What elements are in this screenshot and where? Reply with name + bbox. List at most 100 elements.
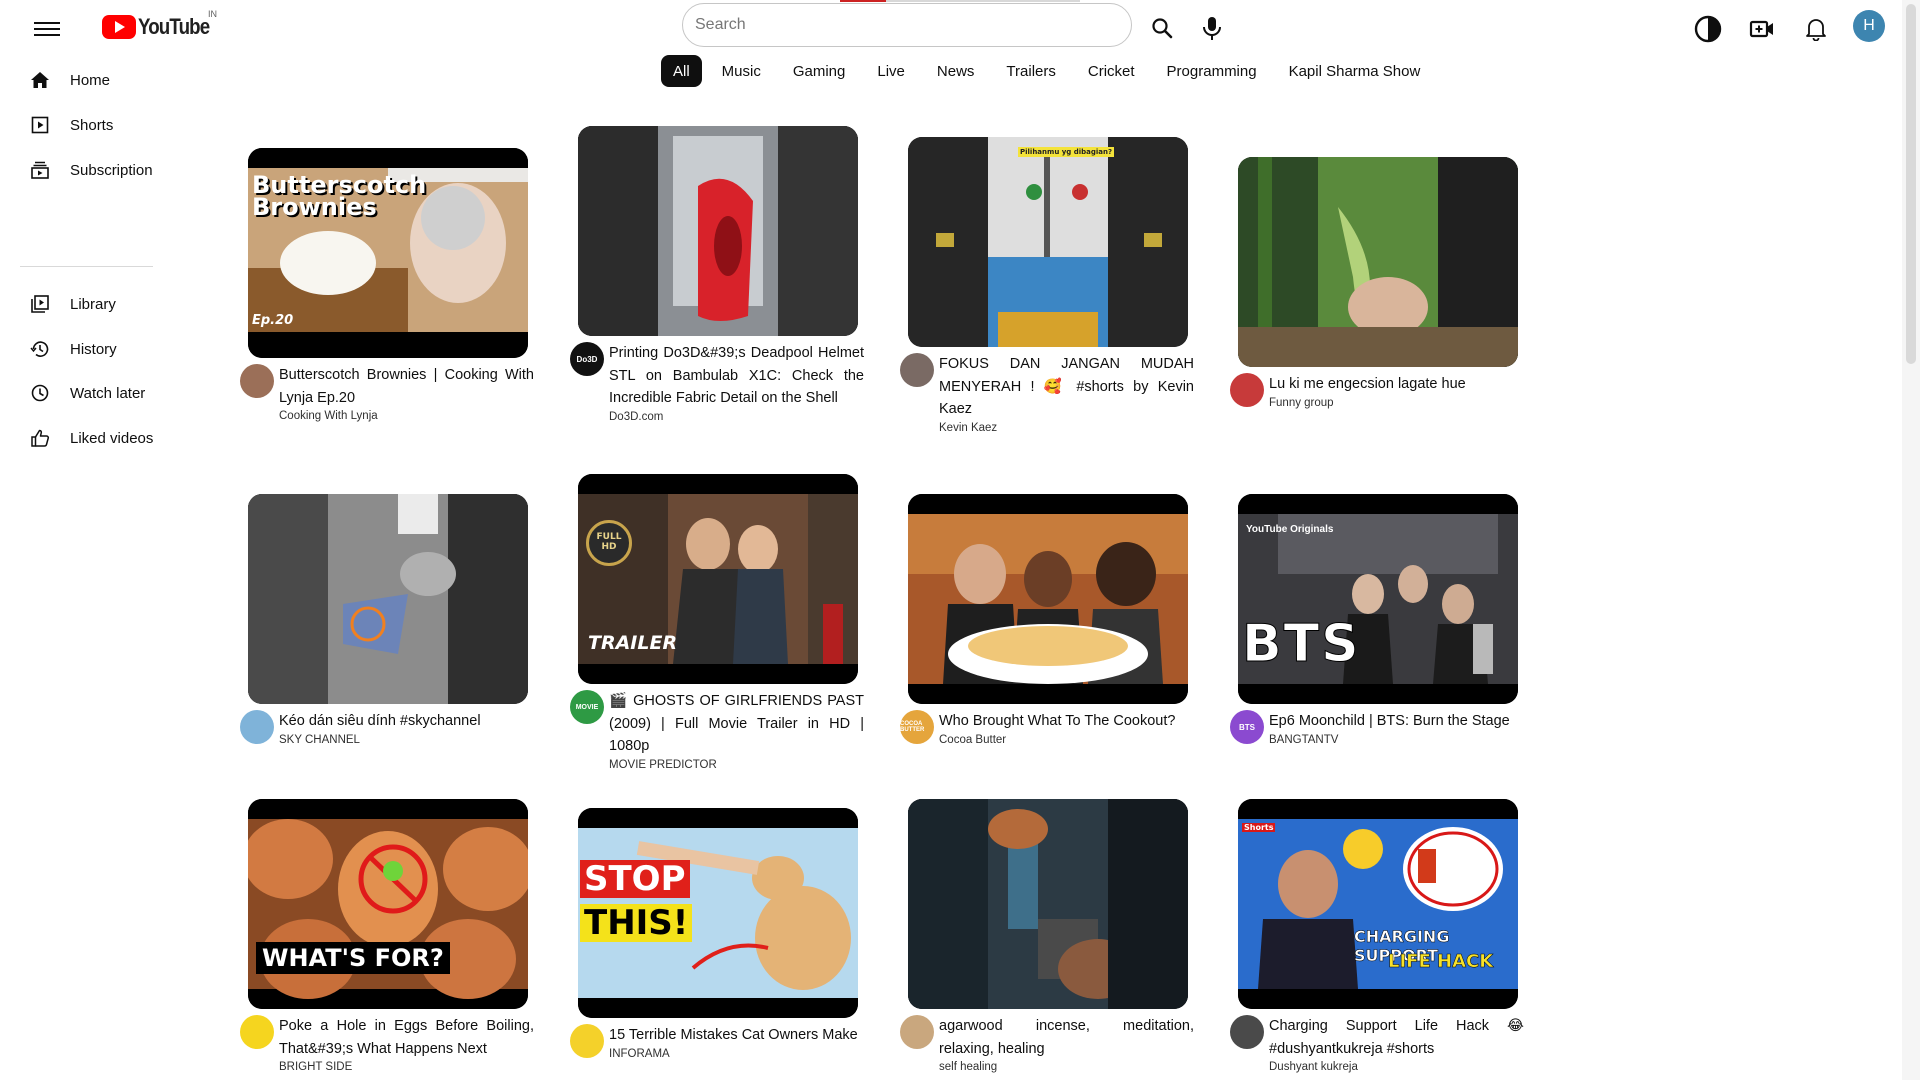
thumbnail-title-text: STOP: [580, 860, 690, 898]
search-box: [682, 3, 1132, 47]
video-title[interactable]: Printing Do3D&#39;s Deadpool Helmet STL …: [609, 342, 864, 410]
channel-name[interactable]: INFORAMA: [609, 1048, 864, 1060]
sidebar-item-shorts[interactable]: Shorts: [20, 107, 160, 143]
video-thumbnail[interactable]: WHAT'S FOR?: [248, 799, 528, 1009]
video-title[interactable]: Kéo dán siêu dính #skychannel: [279, 710, 534, 733]
channel-avatar[interactable]: [240, 364, 274, 398]
sidebar-item-watch-later[interactable]: Watch later: [20, 375, 160, 411]
video-title[interactable]: Ep6 Moonchild | BTS: Burn the Stage: [1269, 710, 1524, 733]
chip-cricket[interactable]: Cricket: [1076, 55, 1147, 87]
top-header: YouTube IN H: [0, 0, 1900, 56]
video-title[interactable]: Lu ki me engecsion lagate hue: [1269, 373, 1524, 396]
sidebar-item-library[interactable]: Library: [20, 286, 160, 322]
video-card: Butterscotch Brownies Ep.20 Butterscotch…: [240, 148, 580, 422]
video-title[interactable]: 🎬 GHOSTS OF GIRLFRIENDS PAST (2009) | Fu…: [609, 690, 864, 758]
liked-videos-icon: [28, 426, 52, 450]
channel-avatar[interactable]: COCOA BUTTER: [900, 710, 934, 744]
chip-gaming[interactable]: Gaming: [781, 55, 858, 87]
search-input[interactable]: [683, 4, 1131, 46]
video-title[interactable]: Poke a Hole in Eggs Before Boiling, That…: [279, 1015, 534, 1060]
thumbnail-subtitle-text: LIFE HACK: [1388, 951, 1494, 973]
loading-bar: [840, 0, 1080, 2]
video-thumbnail[interactable]: Butterscotch Brownies Ep.20: [248, 148, 528, 358]
channel-avatar[interactable]: Do3D: [570, 342, 604, 376]
channel-avatar[interactable]: BTS: [1230, 710, 1264, 744]
notifications-bell-icon[interactable]: [1798, 11, 1834, 47]
thumbnail-episode-text: Ep.20: [252, 313, 294, 328]
chip-music[interactable]: Music: [710, 55, 773, 87]
video-title[interactable]: Charging Support Life Hack 😂 #dushyantku…: [1269, 1015, 1524, 1060]
video-card: WHAT'S FOR? Poke a Hole in Eggs Before B…: [240, 799, 580, 1073]
channel-name[interactable]: Kevin Kaez: [939, 422, 1194, 434]
video-thumbnail[interactable]: YouTube Originals BTS: [1238, 494, 1518, 704]
sidebar-item-label: Watch later: [70, 384, 146, 402]
video-card: STOP THIS! 15 Terrible Mistakes Cat Owne…: [570, 808, 910, 1060]
video-title[interactable]: 15 Terrible Mistakes Cat Owners Make: [609, 1024, 864, 1047]
video-card: Pilihanmu yg dibagian? FOKUS DAN JANGAN …: [900, 137, 1240, 434]
chip-trailers[interactable]: Trailers: [994, 55, 1067, 87]
video-title[interactable]: FOKUS DAN JANGAN MUDAH MENYERAH ! 🥰 #sho…: [939, 353, 1194, 421]
channel-name[interactable]: Dushyant kukreja: [1269, 1061, 1524, 1073]
video-thumbnail[interactable]: [908, 799, 1188, 1009]
chip-all[interactable]: All: [661, 55, 702, 87]
video-title[interactable]: Butterscotch Brownies | Cooking With Lyn…: [279, 364, 534, 409]
logo-text: YouTube: [138, 14, 210, 39]
sidebar-item-subscription[interactable]: Subscription: [20, 152, 160, 188]
chip-live[interactable]: Live: [865, 55, 917, 87]
chip-programming[interactable]: Programming: [1155, 55, 1269, 87]
sidebar-item-history[interactable]: History: [20, 331, 160, 367]
channel-avatar[interactable]: [1230, 1015, 1264, 1049]
microphone-icon[interactable]: [1194, 10, 1230, 46]
channel-name[interactable]: BRIGHT SIDE: [279, 1061, 534, 1073]
youtube-logo[interactable]: YouTube: [102, 14, 222, 40]
channel-name[interactable]: SKY CHANNEL: [279, 734, 534, 746]
channel-name[interactable]: self healing: [939, 1061, 1194, 1073]
video-thumbnail[interactable]: [578, 126, 858, 336]
channel-name[interactable]: Do3D.com: [609, 411, 864, 423]
channel-name[interactable]: MOVIE PREDICTOR: [609, 759, 864, 771]
sidebar-item-label: Shorts: [70, 116, 114, 134]
shorts-icon: [28, 113, 52, 137]
page-scrollbar[interactable]: [1902, 0, 1920, 1080]
channel-avatar[interactable]: [900, 353, 934, 387]
channel-avatar[interactable]: MOVIE: [570, 690, 604, 724]
video-thumbnail[interactable]: Pilihanmu yg dibagian?: [908, 137, 1188, 347]
video-title[interactable]: agarwood incense, meditation, relaxing, …: [939, 1015, 1194, 1060]
theme-toggle-icon[interactable]: [1690, 11, 1726, 47]
video-thumbnail[interactable]: [1238, 157, 1518, 367]
scrollbar-thumb[interactable]: [1906, 4, 1916, 364]
youtube-originals-label: YouTube Originals: [1246, 524, 1334, 535]
history-icon: [28, 337, 52, 361]
channel-avatar[interactable]: [900, 1015, 934, 1049]
video-thumbnail[interactable]: Shorts CHARGING SUPPORT LIFE HACK: [1238, 799, 1518, 1009]
channel-avatar[interactable]: [1230, 373, 1264, 407]
channel-avatar[interactable]: [240, 710, 274, 744]
video-thumbnail[interactable]: [908, 494, 1188, 704]
video-thumbnail[interactable]: [248, 494, 528, 704]
sidebar-item-label: Home: [70, 71, 111, 89]
sidebar-item-liked-videos[interactable]: Liked videos: [20, 420, 160, 456]
search-icon[interactable]: [1144, 10, 1180, 46]
channel-name[interactable]: Funny group: [1269, 397, 1524, 409]
video-thumbnail[interactable]: STOP THIS!: [578, 808, 858, 1018]
account-avatar[interactable]: H: [1853, 10, 1885, 42]
video-card: COCOA BUTTER Who Brought What To The Coo…: [900, 494, 1240, 746]
create-video-icon[interactable]: [1744, 11, 1780, 47]
sidebar-item-label: Library: [70, 295, 116, 313]
channel-avatar[interactable]: [570, 1024, 604, 1058]
video-thumbnail[interactable]: FULL HD TRAILER: [578, 474, 858, 684]
thumbnail-title-text: WHAT'S FOR?: [256, 942, 450, 974]
video-card: Do3D Printing Do3D&#39;s Deadpool Helmet…: [570, 126, 910, 423]
watch-later-icon: [28, 381, 52, 405]
youtube-play-icon: [102, 15, 136, 39]
chip-kapil-sharma-show[interactable]: Kapil Sharma Show: [1277, 55, 1433, 87]
channel-name[interactable]: Cooking With Lynja: [279, 410, 534, 422]
chip-news[interactable]: News: [925, 55, 987, 87]
channel-avatar[interactable]: [240, 1015, 274, 1049]
video-title[interactable]: Who Brought What To The Cookout?: [939, 710, 1194, 733]
menu-icon[interactable]: [34, 18, 60, 40]
channel-name[interactable]: BANGTANTV: [1269, 734, 1524, 746]
sidebar-item-label: History: [70, 340, 117, 358]
sidebar-item-home[interactable]: Home: [20, 62, 160, 98]
channel-name[interactable]: Cocoa Butter: [939, 734, 1194, 746]
